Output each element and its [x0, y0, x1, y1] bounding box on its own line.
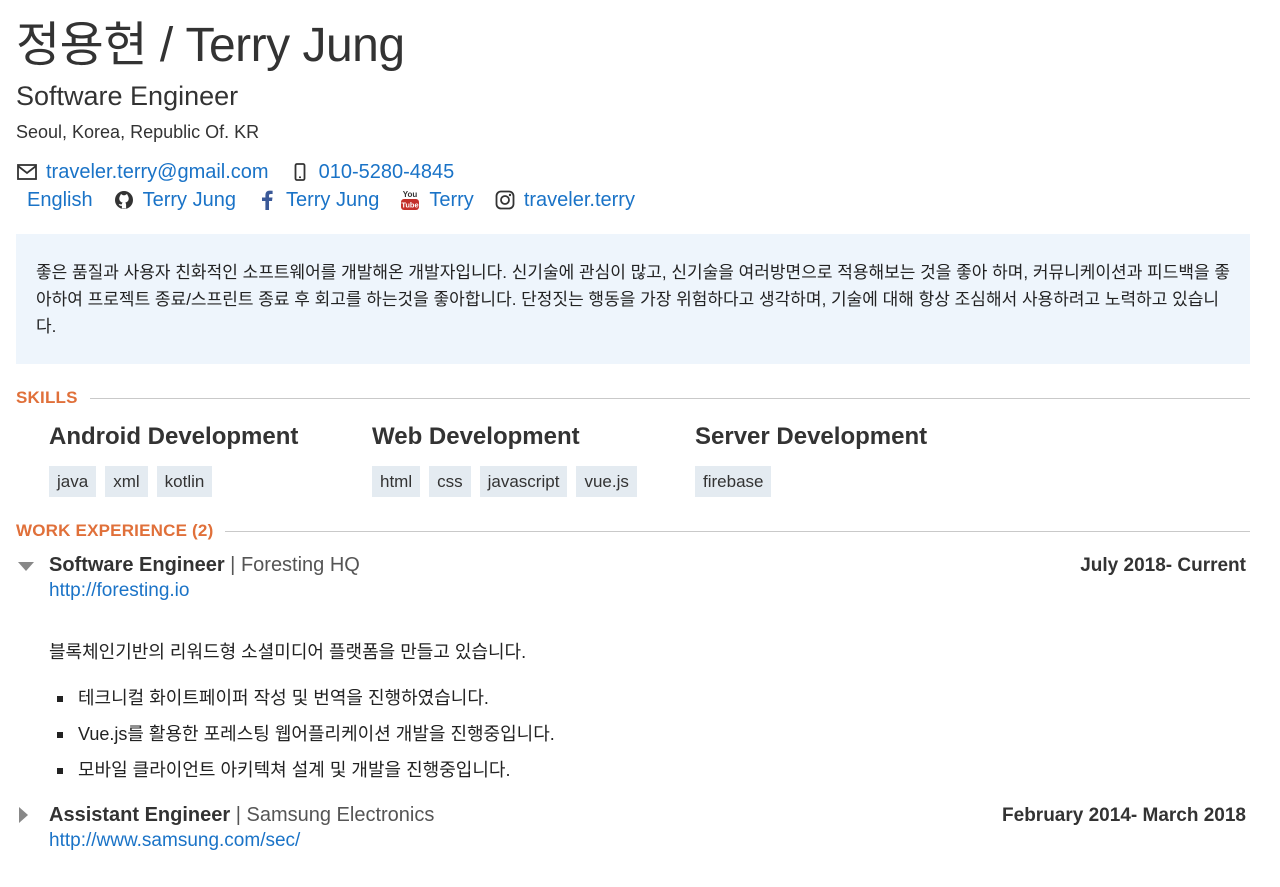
skill-tag: firebase [695, 466, 772, 497]
job-entry-foresting: Software Engineer | Foresting HQ July 20… [16, 553, 1250, 782]
contact-language: English [27, 186, 93, 214]
section-divider [225, 530, 1250, 532]
section-divider [89, 397, 1250, 399]
company-link[interactable]: http://foresting.io [49, 580, 189, 601]
phone-link[interactable]: 010-5280-4845 [319, 158, 455, 186]
email-link[interactable]: traveler.terry@gmail.com [46, 158, 269, 186]
skill-group-android: Android Development java xml kotlin [49, 422, 372, 497]
location: Seoul, Korea, Republic Of. KR [16, 122, 260, 142]
skill-tags: firebase [695, 466, 1018, 497]
contact-row-primary: traveler.terry@gmail.com 010-5280-4845 [16, 158, 1250, 186]
facebook-icon [256, 189, 278, 211]
job-position: Assistant Engineer [49, 804, 231, 826]
list-item: 테크니컬 화이트페이퍼 작성 및 번역을 진행하였습니다. [49, 686, 1250, 710]
list-item: 모바일 클라이언트 아키텍쳐 설계 및 개발을 진행중입니다. [49, 758, 1250, 782]
skill-tags: html css javascript vue.js [372, 466, 695, 497]
work-heading: WORK EXPERIENCE (2) [16, 521, 214, 540]
skills-section-header: SKILLS [16, 388, 1250, 408]
contact-list: traveler.terry@gmail.com 010-5280-4845 E… [16, 158, 1250, 214]
job-date: July 2018- Current [1080, 555, 1246, 576]
skill-tag: vue.js [576, 466, 637, 497]
skill-group-title: Web Development [372, 423, 580, 450]
contact-email: traveler.terry@gmail.com [16, 158, 269, 186]
language-link[interactable]: English [27, 186, 93, 214]
skill-group-web: Web Development html css javascript vue.… [372, 422, 695, 497]
work-section-header: WORK EXPERIENCE (2) [16, 521, 1250, 541]
skill-group-server: Server Development firebase [695, 422, 1018, 497]
job-header: Software Engineer | Foresting HQ [16, 553, 1250, 577]
job-entry-samsung: Assistant Engineer | Samsung Electronics… [16, 803, 1250, 852]
job-bullets: 테크니컬 화이트페이퍼 작성 및 번역을 진행하였습니다. Vue.js를 활용… [49, 686, 1250, 782]
skill-tag: xml [105, 466, 148, 497]
job-role: Software Engineer [16, 81, 239, 111]
instagram-icon [494, 189, 516, 211]
github-icon [113, 189, 135, 211]
job-company: Samsung Electronics [246, 804, 435, 826]
company-link[interactable]: http://www.samsung.com/sec/ [49, 830, 300, 851]
skill-group-title: Server Development [695, 423, 928, 450]
skill-tag: css [429, 466, 471, 497]
triangle-right-icon [19, 807, 28, 823]
facebook-link[interactable]: Terry Jung [286, 186, 379, 214]
job-link-row: http://www.samsung.com/sec/ [49, 830, 1250, 852]
list-item: Vue.js를 활용한 포레스팅 웹어플리케이션 개발을 진행중입니다. [49, 722, 1250, 746]
youtube-link[interactable]: Terry [429, 186, 473, 214]
youtube-logo-text: You [403, 190, 418, 199]
summary-box: 좋은 품질과 사용자 친화적인 소프트웨어를 개발해온 개발자입니다. 신기술에… [16, 234, 1250, 364]
mobile-phone-icon [289, 161, 311, 183]
contact-row-social: English Terry Jung Terry Jung You Tube Te… [16, 186, 1250, 214]
contact-youtube: You Tube Terry [399, 186, 474, 214]
contact-phone: 010-5280-4845 [289, 158, 455, 186]
skills-groups: Android Development java xml kotlin Web … [49, 422, 1250, 497]
instagram-link[interactable]: traveler.terry [524, 186, 635, 214]
job-date: February 2014- March 2018 [1002, 805, 1246, 826]
skill-tag: html [372, 466, 421, 497]
skill-tags: java xml kotlin [49, 466, 372, 497]
collapse-toggle[interactable] [16, 553, 49, 575]
resume-page: 정용현 / Terry Jung Software Engineer Seoul… [16, 0, 1250, 852]
skill-tag: javascript [479, 466, 568, 497]
svg-text:Tube: Tube [402, 201, 419, 210]
skill-tag: kotlin [156, 466, 213, 497]
job-link-row: http://foresting.io [49, 580, 1250, 602]
triangle-down-icon [18, 562, 34, 571]
envelope-icon [16, 161, 38, 183]
expand-toggle[interactable] [16, 803, 49, 825]
job-description: 블록체인기반의 리워드형 소셜미디어 플랫폼을 만들고 있습니다. [49, 642, 527, 662]
page-title: 정용현 / Terry Jung [16, 19, 405, 72]
job-separator: | [230, 554, 236, 576]
contact-instagram: traveler.terry [494, 186, 635, 214]
job-title: Assistant Engineer | Samsung Electronics [49, 803, 434, 827]
skills-heading: SKILLS [16, 388, 78, 407]
job-separator: | [235, 804, 241, 826]
job-company: Foresting HQ [240, 554, 360, 576]
github-link[interactable]: Terry Jung [143, 186, 236, 214]
skill-group-title: Android Development [49, 423, 299, 450]
skill-tag: java [49, 466, 97, 497]
youtube-icon: You Tube [399, 189, 421, 211]
job-position: Software Engineer [49, 554, 225, 576]
contact-facebook: Terry Jung [256, 186, 379, 214]
job-title: Software Engineer | Foresting HQ [49, 553, 360, 577]
contact-github: Terry Jung [113, 186, 236, 214]
